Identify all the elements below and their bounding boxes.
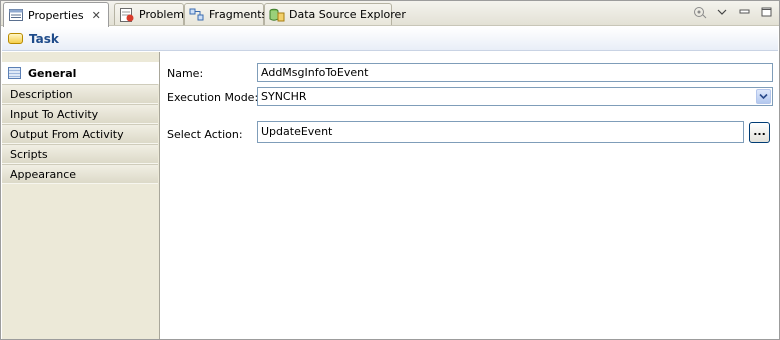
sidebar-item-scripts[interactable]: Scripts [2,144,158,164]
sidebar-item-description[interactable]: Description [2,84,158,104]
tab-fragments[interactable]: Fragments [184,3,268,25]
tab-label: Fragments [209,8,268,21]
select-action-field[interactable]: UpdateEvent [257,121,744,143]
sidebar-item-input-to-activity[interactable]: Input To Activity [2,104,158,124]
sidebar-item-label: Input To Activity [10,108,99,121]
sidebar-item-label: General [28,66,77,80]
sidebar-item-label: Output From Activity [10,128,124,141]
properties-title-bar: Task [2,27,778,51]
pin-view-icon[interactable] [693,5,707,19]
properties-view: Properties ✕ Problems Fragments Data Sou… [0,0,780,340]
execution-mode-label: Execution Mode: [167,91,259,104]
chevron-down-icon[interactable] [756,89,771,104]
task-icon [8,33,23,44]
tab-label: Data Source Explorer [289,8,406,21]
view-tab-bar: Properties ✕ Problems Fragments Data Sou… [1,1,779,27]
data-source-explorer-icon [269,8,285,22]
general-section: Name: AddMsgInfoToEvent Execution Mode: … [161,52,779,339]
problems-icon [119,7,135,22]
general-icon [8,67,21,79]
view-menu-icon[interactable] [715,5,729,19]
tab-problems[interactable]: Problems [114,3,190,25]
browse-button[interactable]: ... [749,122,770,143]
fragments-icon [189,8,205,22]
sidebar-item-label: Appearance [10,168,77,181]
tab-label: Problems [139,8,190,21]
sidebar-item-output-from-activity[interactable]: Output From Activity [2,124,158,144]
tab-properties[interactable]: Properties ✕ [3,2,109,27]
maximize-icon[interactable] [759,5,773,19]
view-toolbar [693,5,773,19]
sidebar-item-appearance[interactable]: Appearance [2,164,158,184]
name-field[interactable]: AddMsgInfoToEvent [257,63,773,82]
tab-data-source-explorer[interactable]: Data Source Explorer [264,3,406,25]
close-icon[interactable]: ✕ [92,9,101,22]
properties-icon [8,8,24,22]
execution-mode-value: SYNCHR [261,90,307,103]
sidebar-item-label: Description [10,88,73,101]
sidebar-item-general[interactable]: General [2,62,159,84]
tab-label: Properties [28,8,84,22]
execution-mode-select[interactable]: SYNCHR [257,87,773,106]
select-action-label: Select Action: [167,128,243,141]
name-label: Name: [167,67,204,80]
sidebar-item-label: Scripts [10,148,48,161]
properties-sidebar: General Description Input To Activity Ou… [2,52,160,339]
minimize-icon[interactable] [737,5,751,19]
page-title: Task [29,31,59,46]
